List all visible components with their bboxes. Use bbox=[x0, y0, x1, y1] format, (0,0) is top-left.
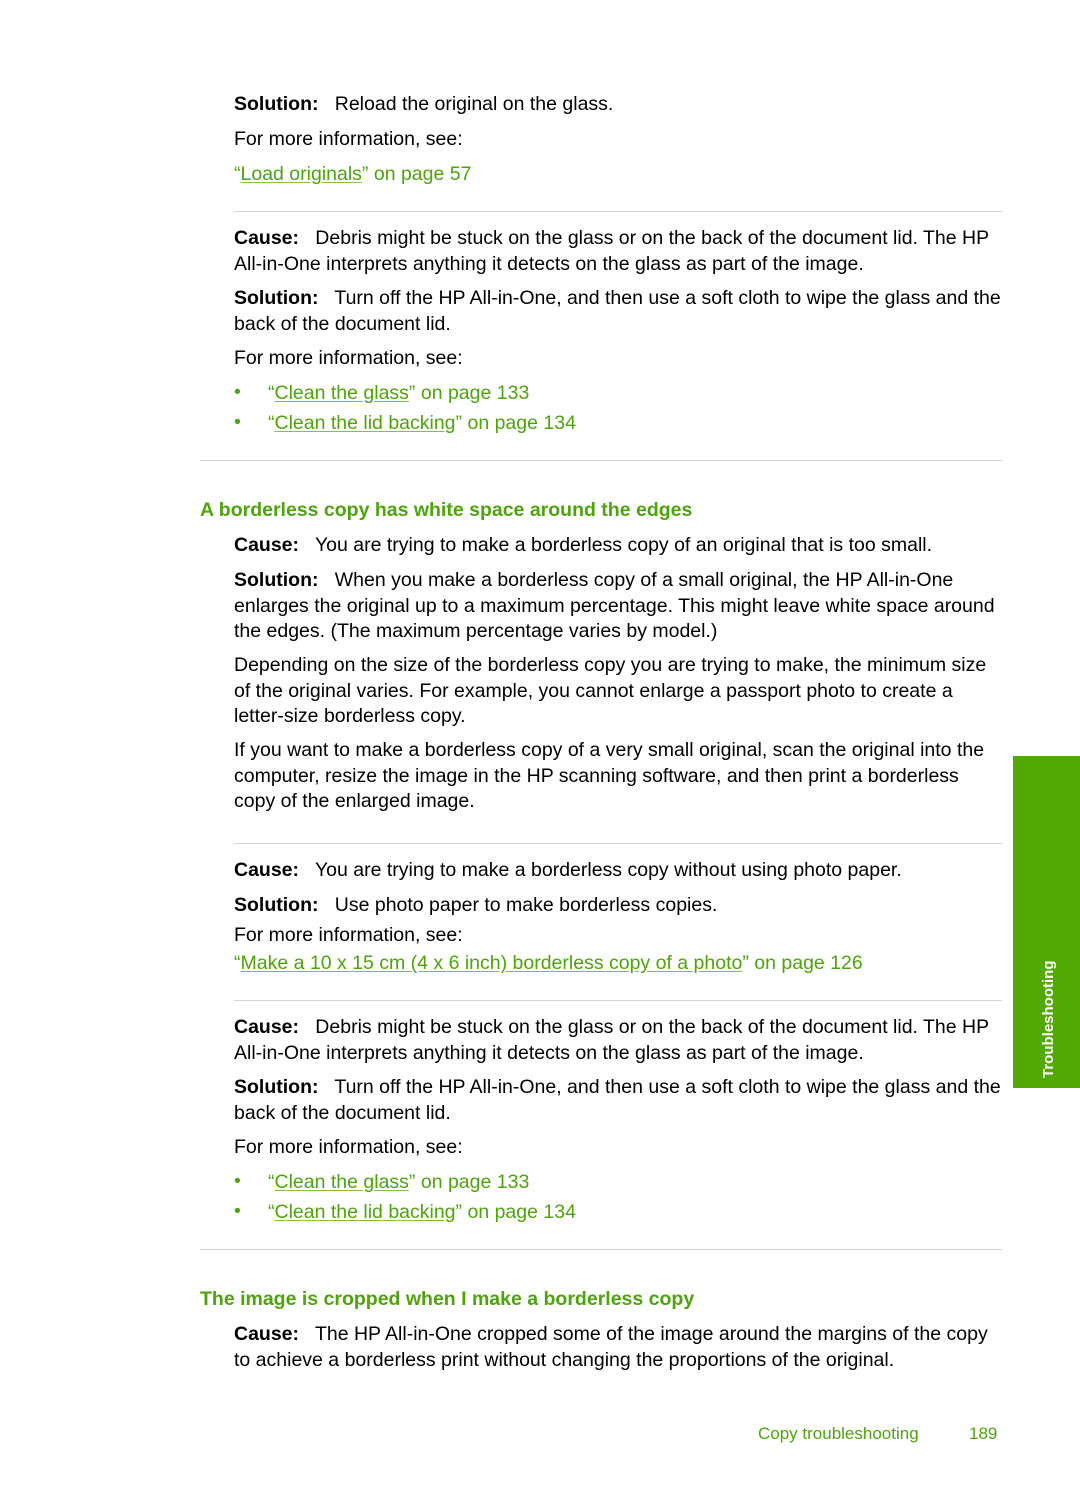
chapter-tab-label: Troubleshooting bbox=[1039, 960, 1057, 1079]
cause-too-small: Cause: You are trying to make a borderle… bbox=[234, 533, 1004, 559]
solution-label: Solution: bbox=[234, 287, 319, 309]
divider bbox=[234, 843, 1002, 844]
page-ref: on page 133 bbox=[420, 1171, 530, 1193]
cause-label: Cause: bbox=[234, 1016, 300, 1038]
page-ref: on page 134 bbox=[467, 1201, 576, 1223]
for-more-info: For more information, see: bbox=[234, 347, 463, 369]
solution-text: When you make a borderless copy of a sma… bbox=[234, 569, 995, 642]
cause-label: Cause: bbox=[234, 859, 300, 881]
section-heading-cropped: The image is cropped when I make a borde… bbox=[200, 1288, 695, 1310]
solution-wipe: Solution: Turn off the HP All-in-One, an… bbox=[234, 286, 1004, 337]
cause-debris: Cause: Debris might be stuck on the glas… bbox=[234, 1015, 1004, 1066]
section-heading-white-space: A borderless copy has white space around… bbox=[200, 499, 693, 521]
solution-photo-paper: Solution: Use photo paper to make border… bbox=[234, 893, 1004, 919]
cross-reference: “Clean the glass” on page 133 bbox=[268, 1171, 530, 1193]
divider bbox=[234, 211, 1002, 212]
solution-label: Solution: bbox=[234, 1076, 319, 1098]
solution-text: Turn off the HP All-in-One, and then use… bbox=[234, 1076, 1001, 1124]
solution-label: Solution: bbox=[234, 93, 319, 115]
divider bbox=[234, 1000, 1002, 1001]
clean-lid-backing-link[interactable]: Clean the lid backing bbox=[275, 412, 456, 434]
cause-text: Debris might be stuck on the glass or on… bbox=[234, 1016, 989, 1064]
cross-reference: “Load originals” on page 57 bbox=[234, 163, 472, 185]
bullet: • bbox=[234, 1200, 241, 1222]
footer-section-title: Copy troubleshooting bbox=[758, 1424, 919, 1443]
cause-text: Debris might be stuck on the glass or on… bbox=[234, 227, 989, 275]
cause-label: Cause: bbox=[234, 534, 300, 556]
section-divider bbox=[200, 460, 1002, 461]
cause-label: Cause: bbox=[234, 227, 300, 249]
paragraph: Depending on the size of the borderless … bbox=[234, 654, 987, 727]
solution-label: Solution: bbox=[234, 569, 319, 591]
page-ref: on page 133 bbox=[420, 382, 530, 404]
cause-cropped: Cause: The HP All-in-One cropped some of… bbox=[234, 1322, 1004, 1373]
cause-text: The HP All-in-One cropped some of the im… bbox=[234, 1323, 988, 1371]
solution-wipe: Solution: Turn off the HP All-in-One, an… bbox=[234, 1075, 1004, 1126]
clean-glass-link[interactable]: Clean the glass bbox=[275, 382, 409, 404]
page-ref: on page 134 bbox=[467, 412, 576, 434]
solution-text: Turn off the HP All-in-One, and then use… bbox=[234, 287, 1001, 335]
bullet: • bbox=[234, 411, 241, 433]
cause-debris: Cause: Debris might be stuck on the glas… bbox=[234, 226, 1004, 277]
clean-lid-backing-link[interactable]: Clean the lid backing bbox=[275, 1201, 456, 1223]
clean-glass-link[interactable]: Clean the glass bbox=[275, 1171, 409, 1193]
cause-text: You are trying to make a borderless copy… bbox=[314, 534, 933, 556]
borderless-photo-link[interactable]: Make a 10 x 15 cm (4 x 6 inch) borderles… bbox=[241, 952, 743, 974]
bullet: • bbox=[234, 1170, 241, 1192]
page-ref: on page 126 bbox=[754, 952, 863, 974]
cross-reference: “Clean the lid backing” on page 134 bbox=[268, 1201, 576, 1223]
solution-text: Use photo paper to make borderless copie… bbox=[334, 894, 718, 916]
cause-text: You are trying to make a borderless copy… bbox=[314, 859, 902, 881]
cause-label: Cause: bbox=[234, 1323, 300, 1345]
load-originals-link[interactable]: Load originals bbox=[241, 163, 362, 185]
cross-reference: “Clean the glass” on page 133 bbox=[268, 382, 530, 404]
for-more-info: For more information, see: bbox=[234, 1136, 463, 1158]
cross-reference: “Clean the lid backing” on page 134 bbox=[268, 412, 576, 434]
cross-reference: “Make a 10 x 15 cm (4 x 6 inch) borderle… bbox=[234, 952, 863, 974]
section-divider bbox=[200, 1249, 1002, 1250]
solution-enlarge: Solution: When you make a borderless cop… bbox=[234, 568, 1004, 645]
paragraph: If you want to make a borderless copy of… bbox=[234, 739, 985, 812]
solution-label: Solution: bbox=[234, 894, 319, 916]
for-more-info: For more information, see: bbox=[234, 128, 463, 150]
solution-text: Reload the original on the glass. bbox=[334, 93, 614, 115]
solution-reload: Solution: Reload the original on the gla… bbox=[234, 92, 1004, 118]
page-number: 189 bbox=[969, 1424, 998, 1443]
chapter-tab-troubleshooting: Troubleshooting bbox=[1013, 756, 1080, 1088]
bullet: • bbox=[234, 381, 241, 403]
page-ref: on page 57 bbox=[373, 163, 472, 185]
for-more-info: For more information, see: bbox=[234, 924, 463, 946]
cause-no-photo-paper: Cause: You are trying to make a borderle… bbox=[234, 858, 1004, 884]
